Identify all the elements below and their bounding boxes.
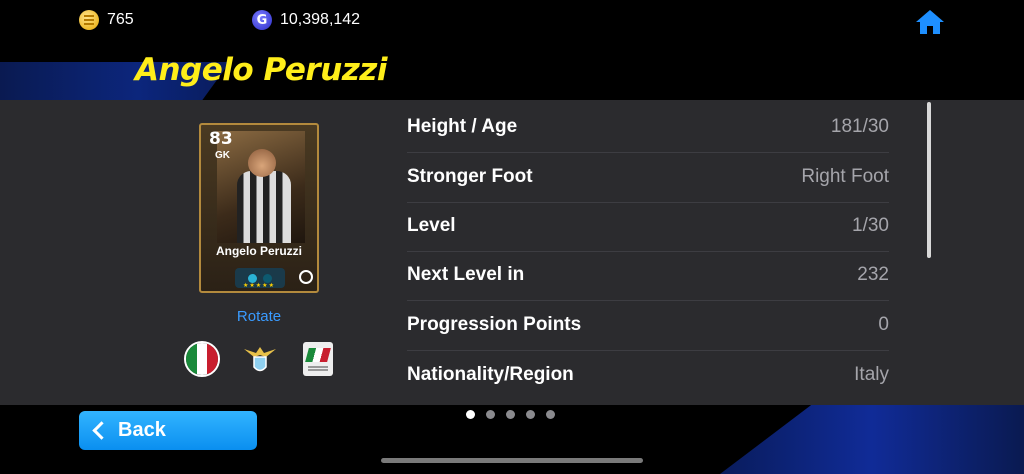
player-card[interactable]: 83 GK Angelo Peruzzi ★★★★★ [199,123,319,293]
page-dot[interactable] [506,410,515,419]
player-head [248,149,276,177]
coin-icon [79,10,99,30]
italy-flag-icon[interactable] [184,341,220,377]
efootball-logo-icon [299,270,313,284]
gp-amount: 10,398,142 [280,11,361,28]
card-stars: ★★★★★ [243,283,275,289]
coins-display: 765 [79,10,134,30]
page-dot[interactable] [486,410,495,419]
home-indicator-bar[interactable] [381,458,643,463]
stat-value: Right Foot [801,166,889,187]
stat-value: Italy [854,364,889,385]
stat-row-progression-points: Progression Points 0 [407,300,889,351]
page-dot[interactable] [526,410,535,419]
stat-value: 1/30 [852,215,889,236]
decorative-stripe-bottom [720,405,1024,474]
stat-value: 181/30 [830,116,889,137]
page-indicator [466,410,555,419]
coins-amount: 765 [107,11,134,28]
card-rating: 83 [209,129,233,149]
back-label: Back [118,419,166,441]
stat-row-height-age: Height / Age 181/30 [407,102,889,153]
rotate-link[interactable]: Rotate [199,308,319,325]
back-button[interactable]: Back [79,411,257,450]
stat-row-nationality: Nationality/Region Italy [407,350,889,400]
stat-label: Next Level in [407,264,525,285]
league-badge-icon[interactable] [303,342,333,376]
gp-display: G 10,398,142 [252,10,360,30]
stat-label: Stronger Foot [407,166,533,187]
lazio-crest-icon[interactable] [242,343,278,375]
stat-row-next-level: Next Level in 232 [407,250,889,301]
home-icon[interactable] [915,8,945,36]
stat-row-level: Level 1/30 [407,201,889,252]
chevron-left-icon [92,421,111,440]
player-name-title: Angelo Peruzzi [135,52,387,88]
card-position: GK [215,150,230,161]
page-dot[interactable] [546,410,555,419]
player-jersey [237,171,291,243]
stat-label: Height / Age [407,116,518,137]
card-player-name: Angelo Peruzzi [215,244,302,258]
stat-label: Nationality/Region [407,364,574,385]
page-dot[interactable] [466,410,475,419]
stat-label: Progression Points [407,314,582,335]
stat-row-stronger-foot: Stronger Foot Right Foot [407,152,889,203]
stats-scrollbar[interactable] [927,102,931,258]
gp-icon: G [252,10,272,30]
stat-value: 0 [878,314,889,335]
stat-value: 232 [857,264,889,285]
stat-label: Level [407,215,456,236]
